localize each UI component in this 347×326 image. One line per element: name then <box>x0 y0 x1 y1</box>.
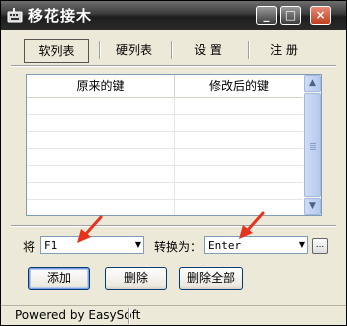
row-gridline <box>27 114 303 115</box>
tab-soft-list[interactable]: 软列表 <box>24 39 89 63</box>
close-button[interactable]: × <box>310 6 331 25</box>
status-text: Powered by EasySoft <box>15 308 141 322</box>
tab-separator <box>171 41 173 59</box>
chevron-down-icon[interactable]: ▼ <box>135 239 141 251</box>
tab-separator <box>99 41 101 59</box>
title-bar[interactable]: 移花接木 _ □ × <box>1 1 346 30</box>
grip-line <box>310 149 316 150</box>
close-icon: × <box>315 8 326 22</box>
status-bar: Powered by EasySoft <box>1 305 346 326</box>
row-gridline <box>27 182 303 183</box>
keyboard-icon <box>7 8 23 23</box>
row-gridline <box>27 148 303 149</box>
column-header-modified-key[interactable]: 修改后的键 <box>175 75 303 97</box>
minimize-button[interactable]: _ <box>256 6 277 25</box>
row-gridline <box>27 131 303 132</box>
list-header: 原来的键 修改后的键 <box>27 75 303 98</box>
maximize-button[interactable]: □ <box>280 6 301 25</box>
browse-key-button[interactable]: ... <box>312 238 328 254</box>
app-window: 移花接木 _ □ × 软列表 硬列表 设 置 注 册 原来的键 修改后的键 ▲ <box>0 0 347 326</box>
tab-divider <box>11 65 336 67</box>
tab-settings[interactable]: 设 置 <box>177 39 239 61</box>
convert-to-label: 转换为： <box>154 240 203 254</box>
add-button[interactable]: 添加 <box>28 267 90 290</box>
scroll-up-button[interactable]: ▲ <box>304 75 321 92</box>
tab-hard-list[interactable]: 硬列表 <box>103 39 165 61</box>
column-header-original-key[interactable]: 原来的键 <box>27 75 175 97</box>
row-gridline <box>27 165 303 166</box>
grip-line <box>310 147 316 148</box>
delete-all-button[interactable]: 删除全部 <box>179 267 243 290</box>
chevron-down-icon: ▼ <box>309 201 316 211</box>
red-arrow-icon <box>239 211 265 239</box>
window-title: 移花接木 <box>28 7 93 25</box>
delete-button[interactable]: 删除 <box>105 267 167 290</box>
maximize-icon: □ <box>284 8 297 22</box>
section-divider <box>11 225 336 227</box>
key-mapping-list[interactable]: 原来的键 修改后的键 ▲ ▼ <box>26 74 322 216</box>
tab-register[interactable]: 注 册 <box>253 39 315 61</box>
scroll-thumb[interactable] <box>304 93 321 197</box>
grip-line <box>310 143 316 144</box>
minimize-icon: _ <box>263 8 270 22</box>
chevron-down-icon[interactable]: ▼ <box>299 239 305 251</box>
from-key-value: F1 <box>44 239 58 252</box>
tab-separator <box>248 41 250 59</box>
grip-line <box>310 145 316 146</box>
tab-strip: 软列表 硬列表 设 置 注 册 <box>11 37 336 65</box>
row-gridline <box>27 199 303 200</box>
scroll-down-button[interactable]: ▼ <box>304 198 321 215</box>
chevron-up-icon: ▲ <box>309 78 316 88</box>
from-key-label: 将 <box>23 240 36 254</box>
red-arrow-icon <box>77 215 103 243</box>
vertical-scrollbar[interactable]: ▲ ▼ <box>304 75 321 215</box>
status-separator <box>128 308 130 324</box>
